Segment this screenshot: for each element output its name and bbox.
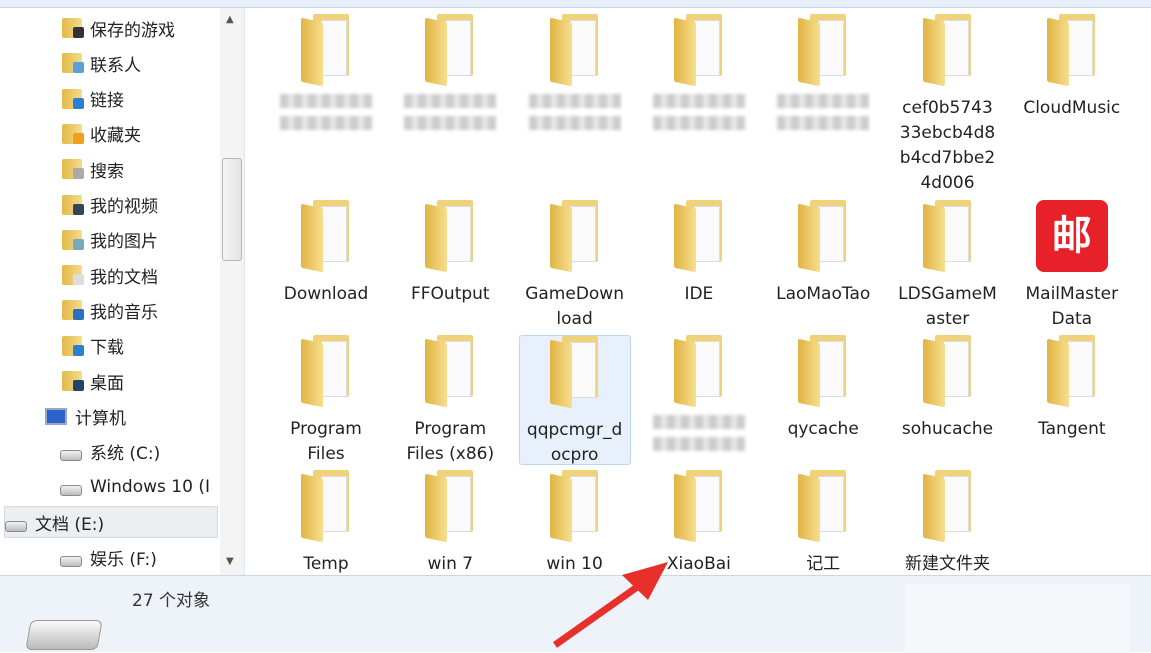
red-arrow-annotation	[552, 562, 668, 648]
